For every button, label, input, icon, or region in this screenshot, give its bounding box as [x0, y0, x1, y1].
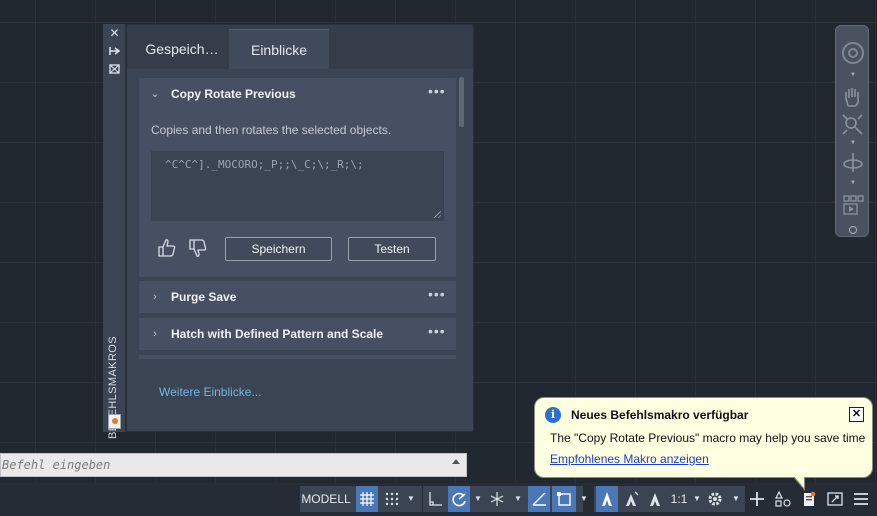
showmotion-icon[interactable]	[840, 192, 866, 218]
autohide-icon[interactable]	[107, 44, 122, 58]
model-space-button[interactable]: MODELL	[300, 486, 352, 512]
command-line	[0, 453, 467, 477]
isodraft-caret-icon[interactable]: ▼	[512, 486, 524, 512]
snap-icon[interactable]	[381, 486, 403, 512]
notification-message: The "Copy Rotate Previous" macro may hel…	[550, 431, 866, 445]
macro-text: ^C^C^]._MOCORO;_P;;\_C;\;_R;\;	[165, 158, 364, 171]
scrollbar-thumb[interactable]	[459, 77, 464, 127]
more-options-icon[interactable]: •••	[428, 324, 448, 340]
ortho-icon[interactable]	[424, 486, 446, 512]
view-recommended-macro-link[interactable]: Empfohlenes Makro anzeigen	[550, 452, 709, 466]
properties-icon[interactable]	[107, 62, 122, 76]
polar-caret-icon[interactable]: ▼	[472, 486, 484, 512]
macro-row-title: Purge Save	[171, 290, 237, 304]
notification-title: Neues Befehlsmakro verfügbar	[571, 408, 749, 422]
caret-icon[interactable]: ▼	[849, 180, 857, 186]
snap-caret-icon[interactable]: ▼	[405, 486, 417, 512]
chevron-down-icon[interactable]: ⌄	[149, 88, 161, 100]
chevron-right-icon[interactable]: ›	[149, 328, 161, 340]
resize-grip[interactable]	[434, 211, 441, 218]
workspace-caret-icon[interactable]: ▼	[730, 486, 742, 512]
test-button[interactable]: Testen	[348, 237, 436, 261]
more-options-icon[interactable]: •••	[428, 287, 448, 303]
osnap-caret-icon[interactable]: ▼	[578, 486, 590, 512]
scale-caret-icon[interactable]: ▼	[691, 486, 703, 512]
navigation-bar: ▼ ▼ ▼	[835, 25, 869, 237]
palette-side-strip: ✕ BEFEHLSMAKROS	[103, 24, 126, 439]
macro-card-header[interactable]: ⌄ Copy Rotate Previous •••	[139, 78, 456, 112]
auto-scale-icon[interactable]	[620, 486, 642, 512]
close-icon[interactable]: ✕	[107, 26, 122, 40]
tab-saved[interactable]: Gespeich…	[136, 29, 228, 69]
orbit-icon[interactable]	[840, 150, 866, 176]
macro-row-title: Hatch with Defined Pattern and Scale	[171, 327, 384, 341]
macro-title: Copy Rotate Previous	[171, 87, 296, 101]
menu-icon[interactable]	[850, 486, 872, 512]
macro-row[interactable]: › Hatch with Defined Pattern and Scale •…	[139, 318, 456, 350]
command-history-icon[interactable]	[452, 459, 460, 464]
more-insights-link[interactable]: Weitere Einblicke...	[159, 385, 262, 399]
balloon-tail	[793, 476, 805, 491]
tab-bar: Gespeich… Einblicke	[127, 25, 473, 69]
more-options-icon[interactable]: •••	[428, 84, 448, 100]
nav-options-icon[interactable]	[849, 226, 857, 234]
macro-description: Copies and then rotates the selected obj…	[151, 123, 392, 137]
notification-balloon: i Neues Befehlsmakro verfügbar ✕ The "Co…	[534, 397, 873, 491]
save-button[interactable]: Speichern	[225, 237, 332, 261]
command-macros-palette: Gespeich… Einblicke ⌄ Copy Rotate Previo…	[126, 24, 474, 432]
macro-row-partial	[139, 355, 456, 359]
thumbs-up-icon[interactable]	[156, 237, 178, 259]
annotation-visibility-icon[interactable]	[596, 486, 618, 512]
annotation-scale-icon[interactable]	[644, 486, 666, 512]
caret-icon[interactable]: ▼	[849, 72, 857, 78]
scale-value[interactable]: 1:1	[668, 486, 690, 512]
object-snap-tracking-icon[interactable]	[528, 486, 550, 512]
polar-tracking-icon[interactable]	[448, 486, 470, 512]
status-bar: MODELL ▼ ▼ ▼ ▼ 1:1 ▼ ▼	[0, 483, 877, 516]
zoom-extents-icon[interactable]	[840, 112, 866, 138]
macro-app-icon	[108, 414, 121, 429]
object-snap-icon[interactable]	[552, 486, 576, 512]
close-button[interactable]: ✕	[849, 407, 864, 422]
caret-icon[interactable]: ▼	[849, 140, 857, 146]
macro-row[interactable]: › Purge Save •••	[139, 281, 456, 313]
info-icon: i	[545, 407, 561, 423]
gear-icon[interactable]	[704, 486, 726, 512]
grid-icon[interactable]	[356, 486, 378, 512]
macro-card-expanded: ⌄ Copy Rotate Previous ••• Copies and th…	[139, 78, 456, 277]
fullscreen-icon[interactable]	[824, 486, 846, 512]
isodraft-icon[interactable]	[486, 486, 508, 512]
tab-insights[interactable]: Einblicke	[229, 29, 329, 69]
chevron-right-icon[interactable]: ›	[149, 291, 161, 303]
plus-icon[interactable]	[746, 486, 768, 512]
palette-scrollbar[interactable]	[459, 77, 465, 357]
steering-wheel-icon[interactable]	[840, 40, 866, 66]
command-input[interactable]	[1, 454, 441, 476]
thumbs-down-icon[interactable]	[187, 237, 209, 259]
macro-text-field[interactable]: ^C^C^]._MOCORO;_P;;\_C;\;_R;\;	[151, 151, 444, 221]
isolate-objects-icon[interactable]	[772, 486, 794, 512]
pan-icon[interactable]	[840, 84, 866, 110]
